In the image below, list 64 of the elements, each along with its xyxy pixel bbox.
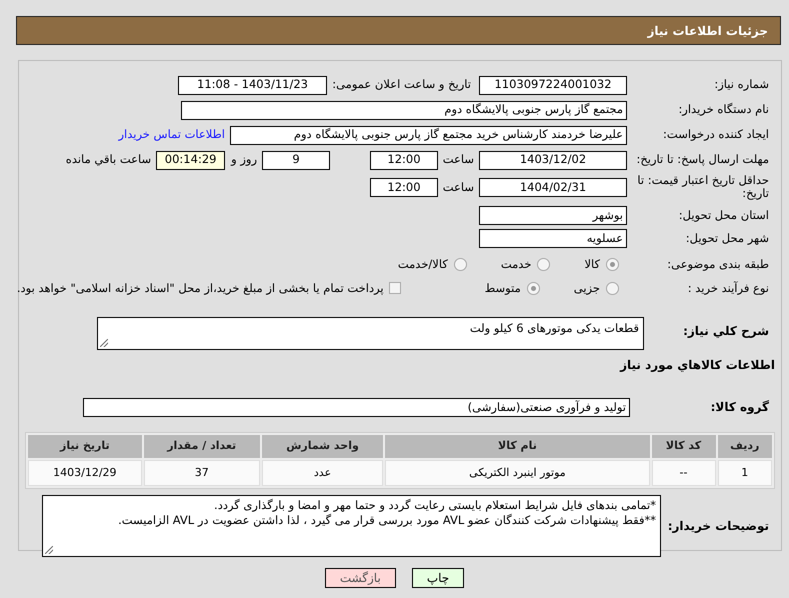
field-label: شرح کلي نياز: <box>682 323 770 340</box>
option-label: متوسط <box>484 280 521 297</box>
goods-group-field: تولید و فرآوری صنعتی(سفارشی) <box>83 398 630 417</box>
radio-button[interactable] <box>526 282 540 295</box>
remaining-time-field: 00:14:29 <box>156 150 226 170</box>
field-label: ساعت <box>442 151 474 168</box>
field-label: شماره نیاز: <box>713 78 770 92</box>
buyer-contact-link[interactable]: اطلاعات تماس خریدار <box>118 126 225 144</box>
column-header: تعداد / مقدار <box>144 435 260 458</box>
column-header: کد کالا <box>652 435 716 458</box>
deadline-date-field: 1403/12/02 <box>479 150 627 170</box>
field-label: مهلت ارسال پاسخ: تا تاریخ: <box>635 153 770 167</box>
province-field: بوشهر <box>479 206 627 225</box>
column-header: تاریخ نیاز <box>28 435 142 458</box>
field-label: ایجاد کننده درخواست: <box>662 128 770 142</box>
note-text: **فقط پیشنهادات شرکت کنندگان عضو AVL مورد بررسی قرار می گیرد ، لذا داشتن عضویت در AVL الزامیست. <box>117 513 656 528</box>
validity-date-field: 1404/02/31 <box>479 178 627 197</box>
resize-grip-icon <box>100 339 108 348</box>
field-label: استان محل تحویل: <box>678 208 770 222</box>
need-number-field: 1103097224001032 <box>479 76 627 94</box>
field-label: نوع فرآیند خرید : <box>686 282 770 296</box>
payment-checkbox[interactable] <box>388 282 401 294</box>
field-label: گروه کالا: <box>710 400 770 414</box>
requester-field: علیرضا خردمند کارشناس خرید مجتمع گاز پارس جنوبی پالایشگاه دوم <box>230 126 627 144</box>
description-text: قطعات یدکی موتورهای 6 کیلو ولت <box>470 321 639 336</box>
table-cell: 1403/12/29 <box>28 460 142 486</box>
field-label: حداقل تاریخ اعتبار قیمت: تا تاریخ: <box>636 174 770 200</box>
column-header: واحد شمارش <box>262 435 384 458</box>
buyer-org-field: مجتمع گاز پارس جنوبی پالایشگاه دوم <box>181 100 627 120</box>
table-cell: 37 <box>144 460 260 486</box>
field-label: نام دستگاه خریدار: <box>677 103 770 117</box>
field-label: ساعت باقي مانده <box>66 151 152 168</box>
field-label: روز و <box>231 151 257 168</box>
field-label: طبقه بندی موضوعی: <box>666 258 770 272</box>
days-field: 9 <box>262 150 330 170</box>
table-cell: 1 <box>718 460 772 486</box>
radio-button[interactable] <box>454 258 467 271</box>
field-label: شهر محل تحویل: <box>684 232 770 246</box>
radio-button[interactable] <box>537 258 550 271</box>
option-label: كالا <box>584 256 600 273</box>
section-title: اطلاعات كالاهاي مورد نياز <box>620 357 775 374</box>
print-button[interactable]: چاپ <box>412 568 464 588</box>
validity-time-field: 12:00 <box>370 178 438 197</box>
option-label: كالا/خدمت <box>398 256 448 273</box>
back-button[interactable]: بازگشت <box>324 568 396 588</box>
radio-button[interactable] <box>606 282 619 295</box>
announce-date-field: 1403/11/23 - 11:08 <box>178 76 327 94</box>
deadline-time-field: 12:00 <box>370 150 438 170</box>
field-label: توضیحات خریدار: <box>666 520 770 534</box>
payment-label: پرداخت تمام یا بخشی از مبلغ خرید،از محل "اسناد خزانه اسلامی" خواهد بود. <box>16 280 384 297</box>
field-label: تاریخ و ساعت اعلان عمومی: <box>331 76 471 94</box>
column-header: نام کالا <box>385 435 650 458</box>
column-header: رديف <box>718 435 772 458</box>
note-text: *تمامی بندهای فایل شرایط استعلام بایستی رعایت گردد و حتما مهر و امضا و بارگذاری گردد. <box>213 498 656 514</box>
table-cell: موتور اینبرد الکتریکی <box>385 460 650 486</box>
resize-grip-icon <box>45 546 53 554</box>
option-label: جزیی <box>574 280 600 297</box>
table-cell: -- <box>652 460 716 486</box>
city-field: عسلویه <box>479 228 627 248</box>
table-cell: عدد <box>262 460 384 486</box>
field-label: ساعت <box>442 178 474 196</box>
radio-button[interactable] <box>606 258 619 271</box>
page-title: جزئیات اطلاعات نیاز <box>647 22 768 40</box>
option-label: خدمت <box>500 256 532 273</box>
